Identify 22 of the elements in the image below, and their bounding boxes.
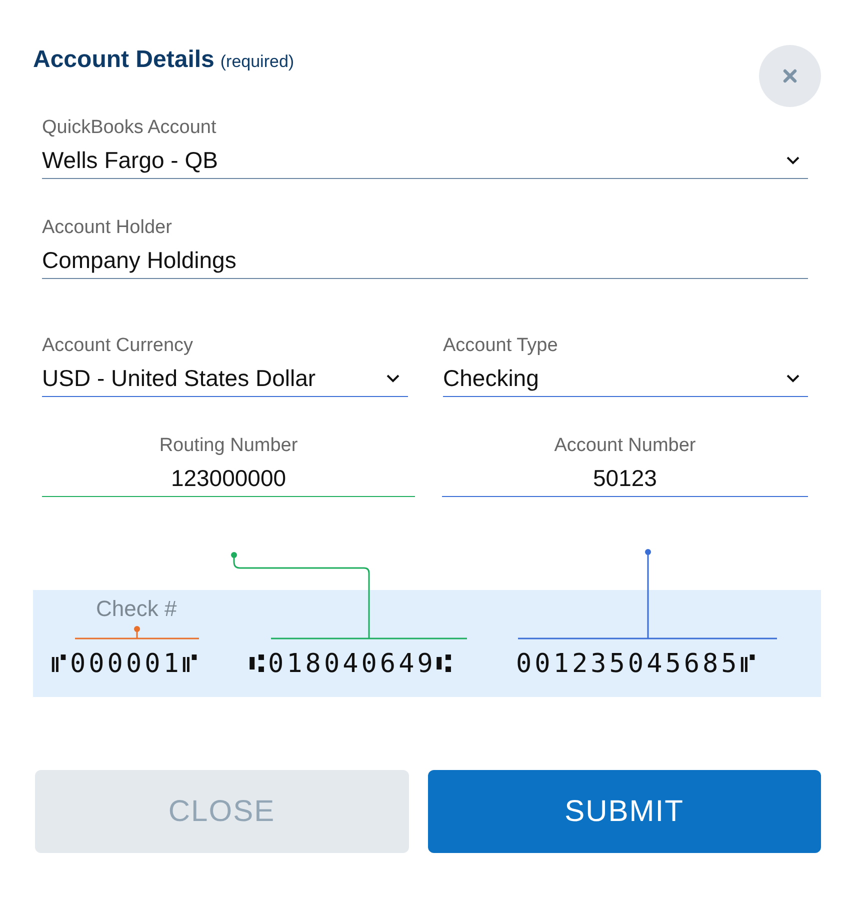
input-field[interactable]: 50123 bbox=[442, 461, 808, 497]
field-label: Account Currency bbox=[42, 335, 194, 357]
field-label: QuickBooks Account bbox=[42, 117, 218, 139]
field-label: Account Holder bbox=[42, 217, 173, 239]
micr-code: ⑈000001⑈ bbox=[51, 649, 202, 679]
field-label: Account Number bbox=[553, 435, 697, 457]
select-field[interactable]: USD - United States Dollar bbox=[42, 361, 408, 397]
check-number-label: Check # bbox=[96, 596, 178, 622]
chevron-down-icon bbox=[386, 374, 400, 383]
select-field[interactable]: Wells Fargo - QB bbox=[42, 143, 808, 179]
field-label: Routing Number bbox=[158, 435, 299, 457]
field-label: Account Type bbox=[443, 335, 559, 357]
submit-button[interactable]: SUBMIT bbox=[428, 770, 821, 853]
chevron-down-icon bbox=[786, 156, 800, 165]
input-field[interactable]: Company Holdings bbox=[42, 243, 808, 279]
input-field[interactable]: 123000000 bbox=[42, 461, 415, 497]
micr-code: ⑆018040649⑆ bbox=[249, 649, 456, 679]
chevron-down-icon bbox=[786, 374, 800, 383]
micr-code: 001235045685⑈ bbox=[516, 649, 760, 679]
close-icon bbox=[783, 69, 797, 83]
select-field[interactable]: Checking bbox=[443, 361, 808, 397]
dialog-title: Account Details (required) bbox=[33, 46, 294, 74]
